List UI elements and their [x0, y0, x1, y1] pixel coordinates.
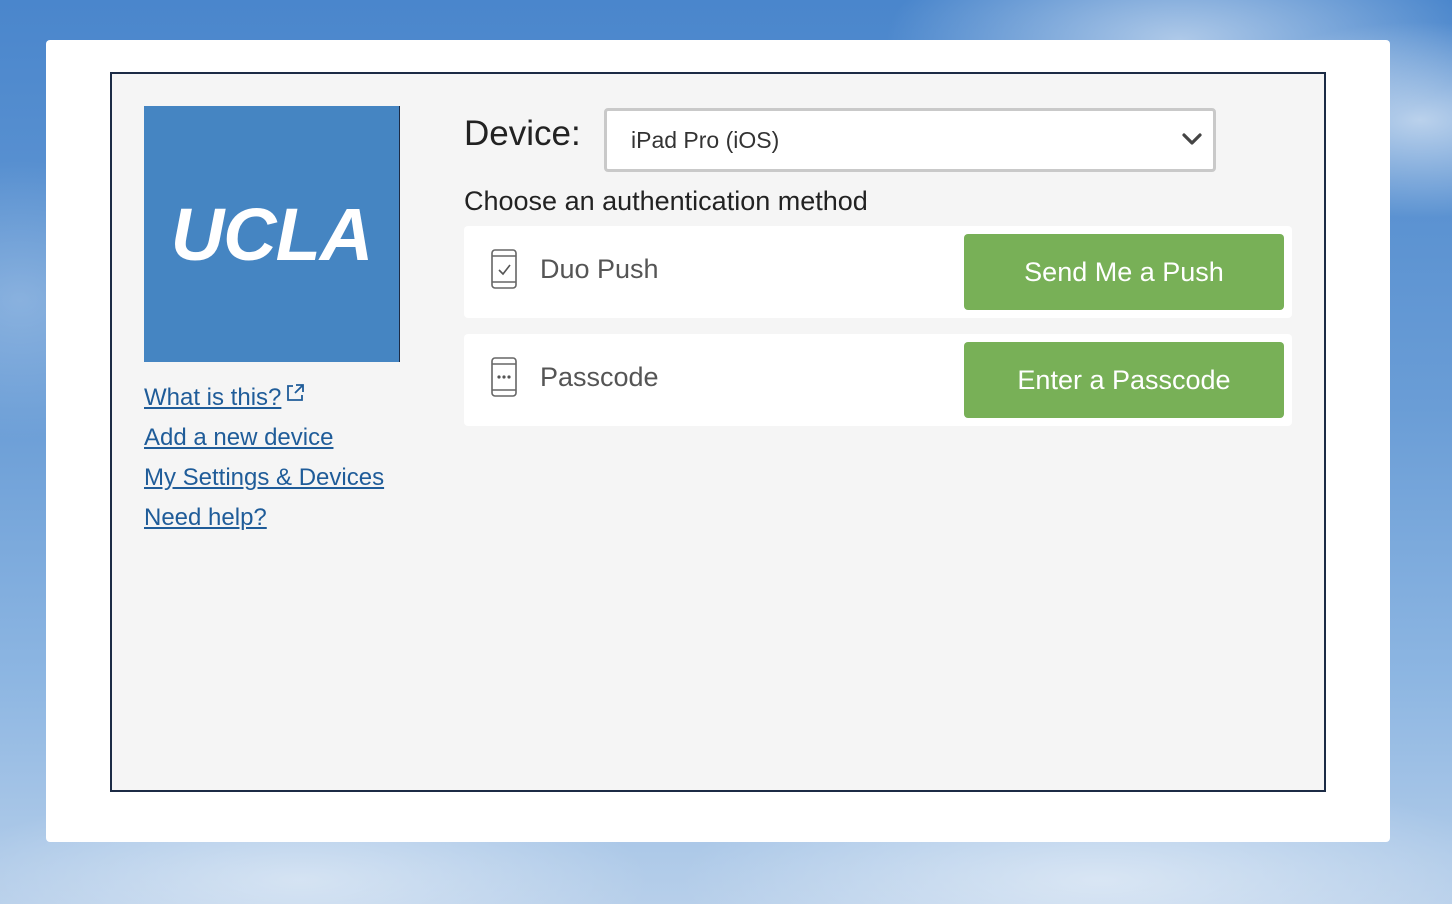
- add-new-device-link[interactable]: Add a new device: [144, 418, 404, 458]
- external-link-icon: [285, 376, 305, 416]
- send-push-button[interactable]: Send Me a Push: [964, 234, 1284, 310]
- help-links: What is this? Add a new device My Settin…: [144, 376, 404, 538]
- device-label: Device:: [464, 114, 581, 153]
- what-is-this-link[interactable]: What is this?: [144, 376, 404, 418]
- device-select[interactable]: iPad Pro (iOS): [604, 108, 1216, 172]
- choose-method-heading: Choose an authentication method: [464, 186, 868, 216]
- logo-text: UCLA: [170, 192, 374, 276]
- method-row-duo-push: Duo Push Send Me a Push: [464, 226, 1292, 318]
- device-select-value: iPad Pro (iOS): [631, 126, 780, 153]
- phone-dots-icon: [490, 356, 518, 403]
- enter-passcode-button[interactable]: Enter a Passcode: [964, 342, 1284, 418]
- what-is-this-label: What is this?: [144, 384, 282, 411]
- phone-check-icon: [490, 248, 518, 295]
- my-settings-devices-link[interactable]: My Settings & Devices: [144, 458, 404, 498]
- duo-frame: UCLA What is this? Add a new device My S…: [110, 72, 1326, 792]
- need-help-link[interactable]: Need help?: [144, 498, 404, 538]
- method-label-passcode: Passcode: [540, 362, 659, 392]
- chevron-down-icon: [1181, 131, 1203, 152]
- method-row-passcode: Passcode Enter a Passcode: [464, 334, 1292, 426]
- login-card: UCLA What is this? Add a new device My S…: [46, 40, 1390, 842]
- method-label-duo-push: Duo Push: [540, 254, 659, 284]
- ucla-logo: UCLA: [144, 106, 400, 362]
